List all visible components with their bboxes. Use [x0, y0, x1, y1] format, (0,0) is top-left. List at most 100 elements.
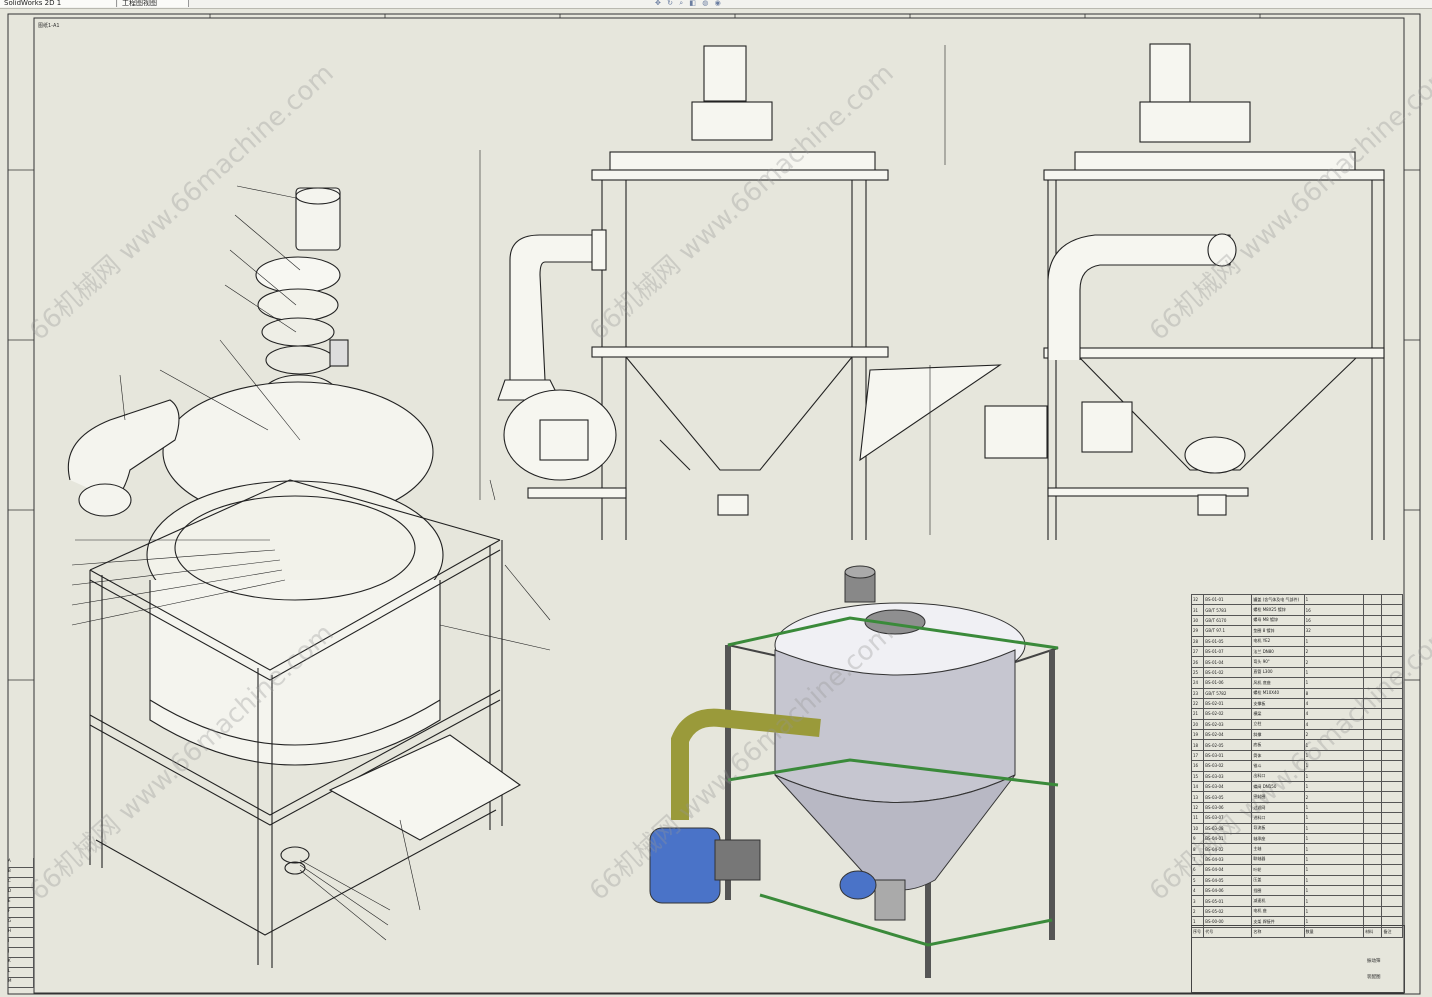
bom-cell: BS-02-03 [1203, 718, 1253, 731]
bom-cell [1381, 874, 1403, 886]
bom-cell: 1 [1303, 895, 1365, 907]
bom-cell: 直管 L300 [1251, 666, 1305, 679]
bom-cell: 4 [1303, 718, 1365, 731]
rotate-icon[interactable]: ↻ [667, 0, 675, 7]
pan-icon[interactable]: ✥ [655, 0, 663, 7]
bom-cell: 法兰 DN80 [1251, 645, 1305, 658]
bom-cell [1363, 739, 1383, 751]
front-duct [509, 234, 601, 381]
bom-cell [1381, 781, 1403, 793]
bom-cell: 支撑板 [1251, 697, 1305, 710]
bom-row: 14 BS-03-04 蝶阀 DN150 1 [1190, 781, 1403, 793]
bom-cell: BS-02-05 [1203, 739, 1253, 751]
bom-row: 28 BS-01-05 电机 YE2 1 [1190, 635, 1403, 647]
bom-cell [1381, 697, 1403, 710]
bom-cell: BS-01-07 [1203, 645, 1253, 658]
bom-row: 26 BS-01-04 弯头 90° 2 [1190, 656, 1403, 668]
bom-cell [1363, 801, 1383, 814]
bom-cell [1381, 749, 1403, 762]
bom-cell: BS-01-02 [1203, 666, 1253, 679]
bom-row: 5 BS-04-05 压盖 1 [1190, 874, 1403, 886]
bom-cell [1363, 656, 1383, 668]
display-icon[interactable]: ◍ [702, 0, 710, 7]
zoom-icon[interactable]: ⌕ [679, 0, 685, 7]
bom-row: 32 BS-01-01 罐盖 (含气体及电 气部件) 1 [1190, 593, 1403, 606]
bom-cell: 底板 [1251, 739, 1305, 751]
bom-cell: 2 [1303, 791, 1365, 803]
bom-cell [1363, 781, 1383, 793]
revision-cell: A [8, 858, 34, 868]
bom-row: 3 BS-05-01 减速机 1 [1190, 895, 1403, 907]
view-toolbar[interactable]: ✥ ↻ ⌕ ◧ ◍ ◉ [655, 0, 723, 7]
bom-cell: 1 [1303, 760, 1365, 772]
bom-row: 21 BS-02-02 横梁 4 [1190, 708, 1403, 720]
document-tab[interactable]: SolidWorks 2D 1 [0, 0, 117, 7]
bom-cell: 斜撑 [1251, 729, 1305, 741]
bom-cell: 5 [1190, 874, 1205, 886]
bom-row: 10 BS-03-08 导流板 1 [1190, 822, 1403, 835]
bom-cell: 螺栓 M8X25 镀锌 [1251, 604, 1305, 616]
bom-cell [1363, 791, 1383, 803]
bill-of-materials: 32 BS-01-01 罐盖 (含气体及电 气部件) 1 31 GB/T 5783 螺栓 M… [1190, 593, 1403, 938]
bom-cell [1363, 625, 1383, 637]
bom-cell [1363, 874, 1383, 886]
bom-cell: BS-03-04 [1203, 781, 1253, 793]
bom-row: 7 BS-04-03 联轴器 1 [1190, 853, 1403, 866]
bom-cell: BS-02-04 [1203, 729, 1253, 741]
revision-cell: I [8, 938, 34, 948]
bom-cell: GB/T 6170 [1203, 614, 1253, 627]
bom-cell: 电机 YE2 [1251, 635, 1305, 647]
bom-cell [1363, 884, 1383, 897]
side-blower [984, 405, 1048, 459]
bom-cell: 2 [1190, 905, 1205, 918]
bom-cell [1363, 697, 1383, 710]
bom-cell [1381, 718, 1403, 731]
bom-row: 17 BS-03-01 筒体 1 [1190, 749, 1403, 762]
bom-cell: BS-03-06 [1203, 801, 1253, 814]
bom-cell: 3 [1190, 895, 1205, 907]
view-tab[interactable]: 工程图视图 [118, 0, 189, 7]
bom-cell: BS-05-01 [1203, 895, 1253, 907]
bom-cell: 29 [1190, 625, 1205, 637]
bom-row: 18 BS-02-05 底板 1 [1190, 739, 1403, 751]
bom-cell [1363, 749, 1383, 762]
bom-cell: 1 [1303, 884, 1365, 897]
bom-row: 4 BS-04-06 挡圈 1 [1190, 884, 1403, 897]
bom-cell [1363, 843, 1383, 855]
bom-cell: 25 [1190, 666, 1205, 679]
bom-cell: BS-04-01 [1203, 832, 1253, 845]
bom-row: 11 BS-03-07 进料口 1 [1190, 812, 1403, 824]
bom-cell [1363, 832, 1383, 845]
bom-cell [1363, 687, 1383, 699]
bom-cell [1381, 604, 1403, 616]
bom-cell: 1 [1303, 905, 1365, 918]
bom-row: 29 GB/T 97.1 垫圈 8 镀锌 32 [1190, 625, 1403, 637]
bom-cell: 21 [1190, 708, 1205, 720]
bom-cell [1381, 729, 1403, 741]
bom-row: 16 BS-03-02 锥斗 1 [1190, 760, 1403, 772]
bom-cell: 8 [1303, 687, 1365, 699]
bom-cell: 1 [1303, 801, 1365, 814]
bom-cell [1363, 666, 1383, 679]
bom-cell: 主轴 [1251, 843, 1305, 855]
revision-cell: B [8, 868, 34, 878]
bom-cell: 28 [1190, 635, 1205, 647]
bom-cell: 8 [1190, 843, 1205, 855]
bom-cell: 1 [1303, 832, 1365, 845]
bom-cell: 20 [1190, 718, 1205, 731]
bom-cell: 11 [1190, 812, 1205, 824]
bom-cell: 24 [1190, 677, 1205, 689]
side-motor [1149, 43, 1191, 103]
view-icon[interactable]: ◧ [689, 0, 698, 7]
bom-row: 31 GB/T 5783 螺栓 M8X25 镀锌 16 [1190, 604, 1403, 616]
bom-cell: BS-02-02 [1203, 708, 1253, 720]
revision-cell: C [8, 878, 34, 888]
hide-show-icon[interactable]: ◉ [715, 0, 723, 7]
bom-cell: BS-02-01 [1203, 697, 1253, 710]
front-view [479, 45, 1002, 540]
bom-cell: 10 [1190, 822, 1205, 835]
bom-cell: GB/T 5782 [1203, 687, 1253, 699]
bom-cell: BS-05-02 [1203, 905, 1253, 918]
bom-cell: 1 [1303, 874, 1365, 886]
bom-cell: 1 [1303, 635, 1365, 647]
